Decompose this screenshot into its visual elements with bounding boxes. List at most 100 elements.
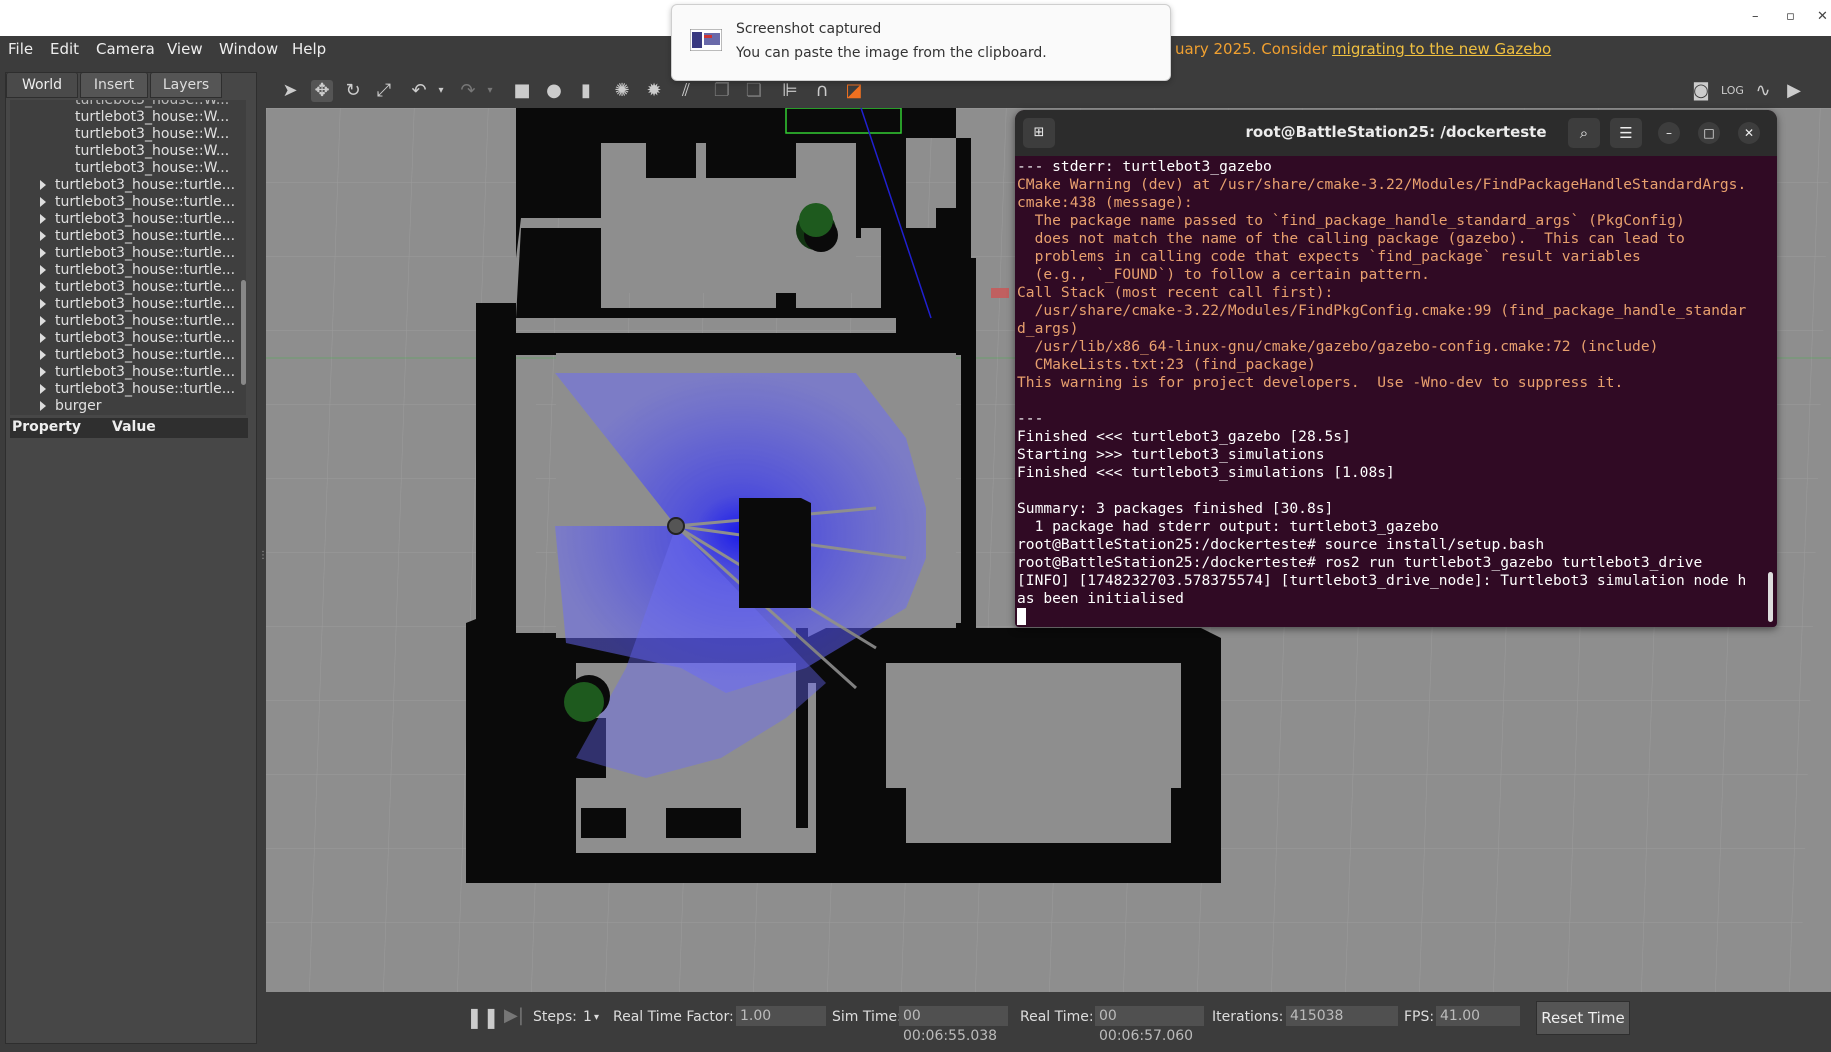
menu-file[interactable]: File — [8, 40, 33, 58]
point-light-icon[interactable]: ✺ — [611, 80, 633, 102]
tree-item[interactable]: turtlebot3_house::W... — [75, 160, 229, 177]
simulation-status-bar: ❚❚ ▶| Steps: 1 ▾ Real Time Factor: 1.00 … — [266, 992, 1831, 1044]
snap-icon[interactable]: ∩ — [811, 80, 833, 102]
undo-icon[interactable]: ↶ — [408, 80, 430, 102]
reset-time-button[interactable]: Reset Time — [1536, 1001, 1630, 1035]
expand-arrow-icon[interactable] — [40, 367, 46, 377]
menu-camera[interactable]: Camera — [96, 40, 155, 58]
property-column-label: Property — [12, 419, 82, 435]
plot-icon[interactable]: ∿ — [1752, 80, 1774, 102]
expand-arrow-icon[interactable] — [40, 282, 46, 292]
tree-item[interactable]: turtlebot3_house::turtle... — [55, 228, 235, 245]
expand-arrow-icon[interactable] — [40, 180, 46, 190]
terminal-output[interactable]: --- stderr: turtlebot3_gazebo CMake Warni… — [1017, 158, 1762, 608]
directional-light-icon[interactable]: ⫽ — [675, 80, 697, 102]
undo-dropdown-icon[interactable]: ▾ — [430, 80, 452, 102]
expand-arrow-icon[interactable] — [40, 248, 46, 258]
tree-item[interactable]: turtlebot3_house::turtle... — [55, 262, 235, 279]
redo-dropdown-icon[interactable]: ▾ — [479, 80, 501, 102]
expand-arrow-icon[interactable] — [40, 384, 46, 394]
steps-value[interactable]: 1 — [583, 1009, 592, 1025]
migration-link[interactable]: migrating to the new Gazebo — [1332, 40, 1551, 58]
tree-item[interactable]: turtlebot3_house::turtle... — [55, 177, 235, 194]
maximize-button[interactable]: ▫ — [1786, 9, 1795, 24]
spot-light-icon[interactable]: ✹ — [643, 80, 665, 102]
obstacle-box — [739, 498, 811, 608]
close-button[interactable]: ✕ — [1817, 9, 1828, 24]
screenshot-icon[interactable]: ◙ — [1690, 80, 1712, 102]
minimize-button[interactable]: – — [1752, 9, 1759, 24]
view-angle-icon[interactable]: ◪ — [843, 80, 865, 102]
world-tree: turtlebot3_house::W... turtlebot3_house:… — [10, 100, 246, 415]
screenshot-thumbnail-icon — [690, 29, 722, 51]
menu-edit[interactable]: Edit — [50, 40, 79, 58]
select-arrow-icon[interactable]: ➤ — [279, 80, 301, 102]
rotate-icon[interactable]: ↻ — [342, 80, 364, 102]
steps-dropdown-icon[interactable]: ▾ — [594, 1012, 599, 1023]
menu-window[interactable]: Window — [219, 40, 278, 58]
menu-view[interactable]: View — [167, 40, 203, 58]
tab-layers[interactable]: Layers — [150, 72, 222, 98]
step-icon[interactable]: ▶| — [504, 1005, 524, 1026]
log-icon[interactable]: LOG — [1721, 80, 1744, 102]
terminal-line: Call Stack (most recent call first): — [1017, 284, 1334, 301]
terminal-close-icon[interactable]: ✕ — [1738, 122, 1760, 144]
steps-label: Steps: — [533, 1009, 577, 1025]
terminal-maximize-icon[interactable]: □ — [1698, 122, 1720, 144]
terminal-line: as been initialised — [1017, 590, 1184, 607]
tree-item[interactable]: turtlebot3_house::turtle... — [55, 211, 235, 228]
tree-item[interactable]: turtlebot3_house::W... — [75, 109, 229, 126]
expand-arrow-icon[interactable] — [40, 214, 46, 224]
sim-time-value: 00 00:06:55.038 — [899, 1006, 1008, 1044]
tree-item[interactable]: turtlebot3_house::turtle... — [55, 245, 235, 262]
redo-icon[interactable]: ↷ — [457, 80, 479, 102]
video-record-icon[interactable]: ▶ — [1783, 80, 1805, 102]
terminal-line: --- stderr: turtlebot3_gazebo — [1017, 158, 1272, 175]
expand-arrow-icon[interactable] — [40, 350, 46, 360]
hamburger-menu-icon[interactable]: ☰ — [1610, 118, 1642, 148]
tab-insert[interactable]: Insert — [80, 72, 148, 98]
expand-arrow-icon[interactable] — [40, 265, 46, 275]
expand-arrow-icon[interactable] — [40, 231, 46, 241]
terminal-scrollbar[interactable] — [1768, 572, 1773, 622]
expand-arrow-icon[interactable] — [40, 299, 46, 309]
terminal-minimize-icon[interactable]: – — [1658, 122, 1680, 144]
expand-arrow-icon[interactable] — [40, 316, 46, 326]
expand-arrow-icon[interactable] — [40, 333, 46, 343]
menu-help[interactable]: Help — [292, 40, 326, 58]
box-icon[interactable]: ■ — [511, 80, 533, 102]
screenshot-notification[interactable]: Screenshot captured You can paste the im… — [671, 4, 1171, 81]
tree-item[interactable]: turtlebot3_house::W... — [75, 100, 229, 109]
tree-item[interactable]: turtlebot3_house::turtle... — [55, 296, 235, 313]
copy-icon[interactable]: ❐ — [711, 80, 733, 102]
expand-arrow-icon[interactable] — [40, 197, 46, 207]
expand-arrow-icon[interactable] — [40, 401, 46, 411]
tree-item[interactable]: turtlebot3_house::turtle... — [55, 330, 235, 347]
tree-item[interactable]: turtlebot3_house::W... — [75, 126, 229, 143]
tree-item[interactable]: turtlebot3_house::turtle... — [55, 313, 235, 330]
tree-item[interactable]: turtlebot3_house::turtle... — [55, 194, 235, 211]
value-column-label: Value — [112, 419, 156, 435]
cylinder-icon[interactable]: ▮ — [575, 80, 597, 102]
tree-scrollbar[interactable] — [241, 280, 246, 385]
pause-icon[interactable]: ❚❚ — [466, 1005, 500, 1029]
paste-icon[interactable]: ❏ — [743, 80, 765, 102]
tree-item[interactable]: turtlebot3_house::turtle... — [55, 347, 235, 364]
red-marker — [991, 288, 1009, 298]
tree-item-burger[interactable]: burger — [55, 398, 102, 415]
terminal-line: 1 package had stderr output: turtlebot3_… — [1017, 518, 1439, 535]
tab-world[interactable]: World — [6, 72, 78, 98]
search-icon[interactable]: ⌕ — [1568, 118, 1600, 148]
tree-item[interactable]: turtlebot3_house::W... — [75, 143, 229, 160]
scale-icon[interactable]: ⤢ — [373, 80, 395, 102]
sphere-icon[interactable]: ● — [543, 80, 565, 102]
tree-item[interactable]: turtlebot3_house::turtle... — [55, 364, 235, 381]
align-icon[interactable]: ⊫ — [779, 80, 801, 102]
terminal-line: problems in calling code that expects `f… — [1017, 248, 1641, 265]
panel-splitter-handle[interactable]: ⋮ — [258, 550, 268, 564]
translate-icon[interactable]: ✥ — [311, 80, 333, 102]
notification-title: Screenshot captured — [736, 21, 882, 37]
tree-item[interactable]: turtlebot3_house::turtle... — [55, 279, 235, 296]
tree-item[interactable]: turtlebot3_house::turtle... — [55, 381, 235, 398]
